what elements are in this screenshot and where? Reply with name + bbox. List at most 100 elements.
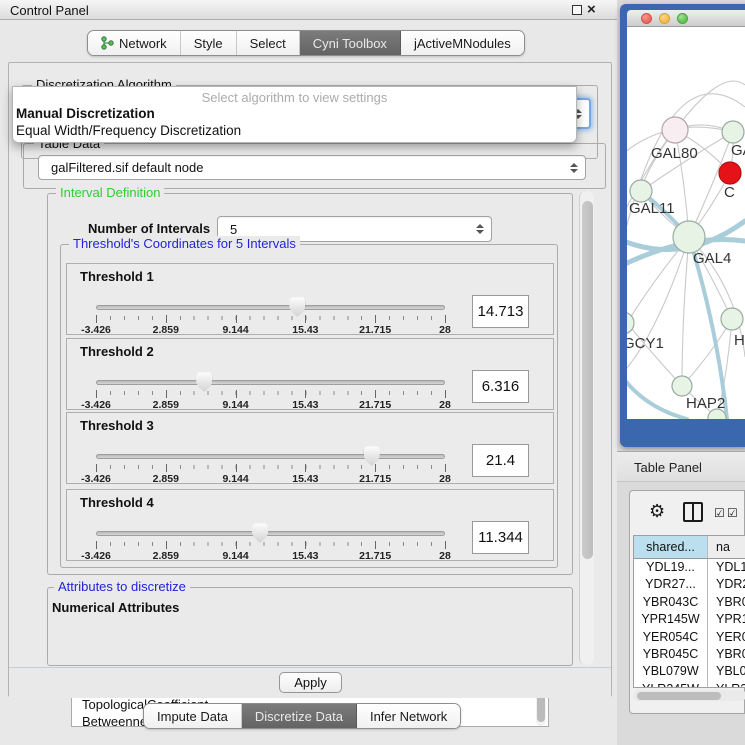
threshold-slider-1[interactable]: -3.426 2.859 9.144 15.43 21.715 28 (96, 300, 445, 334)
table-row[interactable]: YBL079W YBL0 (634, 663, 745, 680)
threshold-slider-2[interactable]: -3.426 2.859 9.144 15.43 21.715 28 (96, 375, 445, 409)
close-traffic-light[interactable] (641, 13, 652, 24)
thresholds-group-title: Threshold's Coordinates for 5 Intervals (69, 236, 300, 251)
cell[interactable]: YBR0 (708, 594, 745, 611)
tab-label: Discretize Data (255, 709, 343, 724)
network-icon (101, 36, 114, 50)
tick-label: 9.144 (222, 473, 248, 485)
intervals-value: 5 (230, 222, 237, 237)
tab-select[interactable]: Select (237, 31, 300, 55)
slider-track[interactable] (96, 305, 445, 310)
column-header-shared[interactable]: shared... (634, 536, 708, 559)
node-label-gal4: GAL4 (693, 250, 731, 267)
cell[interactable]: YPR1 (708, 611, 745, 628)
cell[interactable]: YBR045C (634, 646, 708, 663)
tab-style[interactable]: Style (181, 31, 237, 55)
popup-option-equal-width[interactable]: Equal Width/Frequency Discretization (13, 122, 576, 139)
table-row[interactable]: YBR045C YBR0 (634, 646, 745, 663)
tab-discretize-data[interactable]: Discretize Data (242, 704, 357, 728)
slider-thumb[interactable] (196, 372, 212, 392)
slider-thumb[interactable] (252, 523, 268, 543)
column-header-name[interactable]: na (708, 536, 745, 559)
table-body: YDL19... YDL1 YDR27... YDR2 YBR043C YBR0… (634, 559, 745, 688)
cell[interactable]: YBR0 (708, 646, 745, 663)
slider-track[interactable] (96, 531, 445, 536)
table-row[interactable]: YER054C YER0 (634, 629, 745, 646)
checkbox-icon[interactable]: ☑ (714, 506, 725, 520)
network-canvas[interactable]: GAL80 GAL11 GAL4 GCY1 HAP2 GA C H (627, 27, 745, 419)
threshold-slider-4[interactable]: -3.426 2.859 9.144 15.43 21.715 28 (96, 526, 445, 560)
tick-label: 9.144 (222, 324, 248, 336)
slider-thumb[interactable] (364, 446, 380, 466)
apply-button[interactable]: Apply (279, 672, 342, 693)
node-hap2 (672, 376, 692, 396)
scrollbar-thumb[interactable] (582, 201, 593, 559)
tab-jactivemnodules[interactable]: jActiveMNodules (401, 31, 524, 55)
slider-track[interactable] (96, 380, 445, 385)
table-panel-header: Table Panel (617, 451, 745, 482)
table-data-combobox[interactable]: galFiltered.sif default node (38, 155, 586, 180)
cell[interactable]: YBL079W (634, 663, 708, 680)
threshold-value-field[interactable]: 21.4 (472, 444, 529, 477)
tick-label: 9.144 (222, 550, 248, 562)
tick-label: -3.426 (81, 473, 111, 485)
popup-option-manual[interactable]: Manual Discretization (13, 105, 576, 122)
table-row[interactable]: YDR27... YDR2 (634, 576, 745, 593)
numerical-attributes-label: Numerical Attributes (52, 600, 179, 615)
table-row[interactable]: YDL19... YDL1 (634, 559, 745, 576)
node-gal80 (662, 117, 688, 143)
cell[interactable]: YER054C (634, 629, 708, 646)
slider-thumb[interactable] (289, 297, 305, 317)
cell[interactable]: YPR145W (634, 611, 708, 628)
float-window-icon[interactable] (572, 5, 582, 15)
slider-track[interactable] (96, 454, 445, 459)
cell[interactable]: YBL0 (708, 663, 745, 680)
threshold-slider-3[interactable]: -3.426 2.859 9.144 15.43 21.715 28 (96, 449, 445, 483)
threshold-label: Threshold 2 (80, 344, 154, 359)
tab-impute-data[interactable]: Impute Data (144, 704, 242, 728)
cell[interactable]: YER0 (708, 629, 745, 646)
scrollbar-thumb[interactable] (637, 692, 721, 700)
tab-network[interactable]: Network (88, 31, 181, 55)
table-horizontal-scrollbar[interactable] (633, 690, 745, 701)
table-row[interactable]: YPR145W YPR1 (634, 611, 745, 628)
threshold-value-field[interactable]: 6.316 (472, 370, 529, 403)
split-columns-icon[interactable] (683, 502, 703, 522)
zoom-traffic-light[interactable] (677, 13, 688, 24)
combo-arrows-icon (476, 224, 484, 234)
threshold-value-field[interactable]: 11.344 (472, 521, 529, 554)
close-icon[interactable]: × (587, 1, 596, 19)
cell[interactable]: YDL1 (708, 559, 745, 576)
cell[interactable]: YDR2 (708, 576, 745, 593)
cell[interactable]: YLR345W (634, 681, 708, 688)
cell[interactable]: YDL19... (634, 559, 708, 576)
cell[interactable]: YLR3 (708, 681, 745, 688)
table-row[interactable]: YLR345W YLR3 (634, 681, 745, 688)
content-scrollbar[interactable] (579, 191, 594, 665)
node-gal4 (673, 221, 705, 253)
threshold-panel-1: Threshold 1 -3.426 2.859 9.144 15. (66, 263, 554, 335)
threshold-label: Threshold 3 (80, 418, 154, 433)
table-header-row: shared... na (634, 536, 745, 559)
cell[interactable]: YDR27... (634, 576, 708, 593)
tick-label: 15.43 (292, 550, 318, 562)
node-label-partial-top: GA (731, 142, 745, 159)
tab-label: Style (194, 36, 223, 51)
tab-infer-network[interactable]: Infer Network (357, 704, 460, 728)
top-tab-bar: Network Style Select Cyni Toolbox jActiv… (87, 30, 525, 56)
table-row[interactable]: YBR043C YBR0 (634, 594, 745, 611)
minimize-traffic-light[interactable] (659, 13, 670, 24)
network-window-titlebar[interactable] (627, 10, 745, 27)
threshold-label: Threshold 4 (80, 495, 154, 510)
gear-icon[interactable]: ⚙ (649, 501, 665, 521)
threshold-label: Threshold 1 (80, 269, 154, 284)
threshold-panel-4: Threshold 4 -3.426 2.859 9.144 15. (66, 489, 554, 561)
tick-label: 28 (439, 399, 451, 411)
table-data-group: Table Data galFiltered.sif default node (23, 143, 606, 189)
threshold-value-field[interactable]: 14.713 (472, 295, 529, 328)
node-attribute-table[interactable]: shared... na YDL19... YDL1 YDR27... YDR2… (633, 535, 745, 688)
tab-label: Infer Network (370, 709, 447, 724)
tab-cyni-toolbox[interactable]: Cyni Toolbox (300, 31, 401, 55)
cell[interactable]: YBR043C (634, 594, 708, 611)
checkbox-icon[interactable]: ☑ (727, 506, 738, 520)
